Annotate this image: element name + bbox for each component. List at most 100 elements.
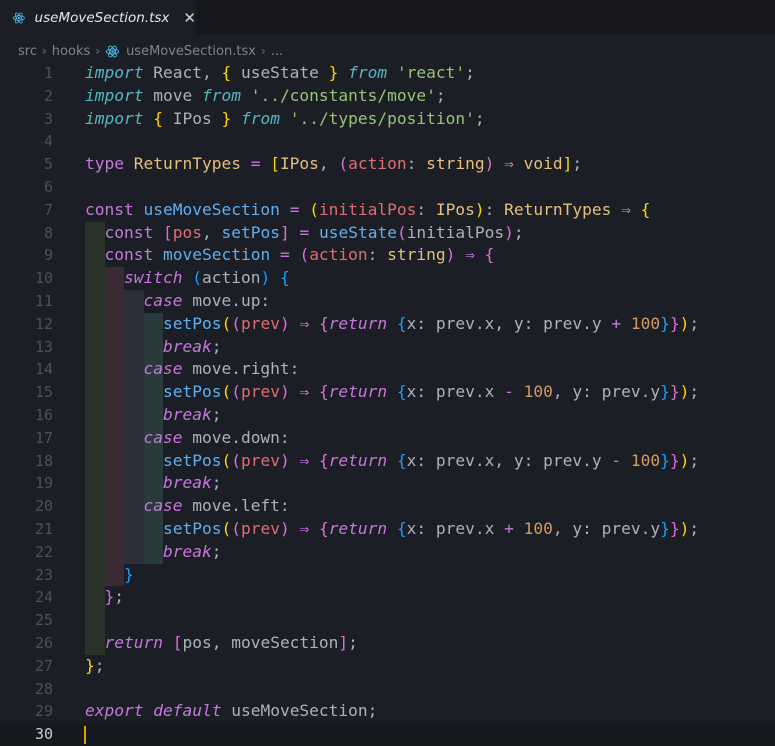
code-token: prev — [240, 450, 280, 470]
code-token: + — [611, 313, 622, 333]
code-token: import — [85, 85, 144, 105]
code-line[interactable]: 10 switch (action) { — [0, 267, 775, 290]
code-token: string — [387, 245, 446, 265]
code-token: from — [240, 108, 280, 128]
code-text: setPos((prev) ⇒ {return {x: prev.x, y: p… — [85, 450, 699, 473]
code-line[interactable]: 12 setPos((prev) ⇒ {return {x: prev.x, y… — [0, 313, 775, 336]
code-line[interactable]: 1 import React, { useState } from 'react'… — [0, 62, 775, 85]
code-token: action — [348, 154, 407, 174]
code-line[interactable]: 20 case move.left: — [0, 495, 775, 518]
code-token: pos, moveSection — [182, 633, 339, 652]
code-token: } — [669, 450, 680, 470]
code-line[interactable]: 3 import { IPos } from '../types/position… — [0, 108, 775, 131]
code-line[interactable]: 14 case move.right: — [0, 358, 775, 381]
code-token: ; — [689, 313, 700, 333]
code-token: : — [406, 154, 427, 174]
line-number: 20 — [34, 497, 53, 516]
code-line[interactable]: 11 case move.up: — [0, 290, 775, 313]
code-text: } — [85, 564, 134, 587]
code-line[interactable]: 28 — [0, 678, 775, 701]
code-text: const moveSection = (action: string) ⇒ { — [85, 244, 495, 267]
line-number: 3 — [43, 109, 53, 128]
code-line[interactable]: 13 break; — [0, 336, 775, 359]
code-line[interactable]: 6 — [0, 176, 775, 199]
code-line[interactable]: 22 break; — [0, 541, 775, 564]
code-token: ; — [474, 108, 485, 128]
code-line[interactable]: 26 return [pos, moveSection]; — [0, 632, 775, 655]
line-number: 6 — [43, 178, 53, 196]
code-token: } — [104, 587, 115, 607]
code-line[interactable]: 15 setPos((prev) ⇒ {return {x: prev.x - … — [0, 381, 775, 404]
code-token: ) — [504, 222, 514, 242]
code-token: case — [143, 427, 183, 447]
line-number: 9 — [43, 246, 53, 265]
code-line[interactable]: 18 setPos((prev) ⇒ {return {x: prev.x, y… — [0, 450, 775, 473]
code-line[interactable]: 8 const [pos, setPos] = useState(initial… — [0, 222, 775, 245]
code-token: ; — [689, 450, 700, 470]
close-icon[interactable]: ✕ — [183, 9, 196, 27]
line-number: 16 — [34, 406, 53, 424]
code-token: ( — [231, 450, 241, 470]
code-token: } — [669, 382, 680, 402]
code-token: ) — [279, 382, 290, 402]
code-text: export default useMoveSection; — [85, 700, 377, 723]
text-cursor — [84, 726, 86, 745]
code-line[interactable]: 2 import move from '../constants/move'; — [0, 85, 775, 108]
code-token: ⇒ — [299, 313, 310, 333]
code-line[interactable]: 9 const moveSection = (action: string) ⇒… — [0, 244, 775, 267]
breadcrumb-item-hooks[interactable]: hooks — [52, 44, 90, 59]
code-line[interactable]: 7 const useMoveSection = (initialPos: IPo… — [0, 199, 775, 222]
code-text: break; — [85, 541, 221, 564]
breadcrumb-item-src[interactable]: src — [18, 44, 37, 59]
code-token: 100 — [630, 313, 661, 333]
code-token: move.right: — [182, 359, 300, 379]
code-token: initialPos — [406, 222, 505, 242]
code-line[interactable]: 24 }; — [0, 586, 775, 609]
code-line[interactable]: 25 — [0, 609, 775, 632]
code-text: }; — [85, 586, 125, 609]
code-line[interactable]: 17 case move.down: — [0, 427, 775, 450]
code-line[interactable]: 30 — [0, 723, 775, 746]
code-line[interactable]: 27}; — [0, 655, 775, 678]
code-line[interactable]: 21 setPos((prev) ⇒ {return {x: prev.x + … — [0, 518, 775, 541]
line-number: 8 — [43, 223, 53, 242]
code-token: ⇒ — [465, 245, 475, 265]
code-token: const — [104, 245, 154, 265]
code-token: ; — [689, 382, 700, 402]
code-token: prev — [240, 313, 280, 333]
tab-label: useMoveSection.tsx — [34, 9, 170, 26]
code-line[interactable]: 23 } — [0, 564, 775, 587]
tab-usemovesection[interactable]: useMoveSection.tsx ✕ — [0, 0, 196, 35]
code-token: ) — [679, 519, 690, 538]
code-line[interactable]: 29 export default useMoveSection; — [0, 700, 775, 723]
code-line[interactable]: 5 type ReturnTypes = [IPos, (action: stri… — [0, 153, 775, 176]
code-line[interactable]: 19 break; — [0, 472, 775, 495]
code-line[interactable]: 16 break; — [0, 404, 775, 427]
breadcrumb-item-file[interactable]: useMoveSection.tsx — [126, 44, 256, 59]
code-token: setPos — [162, 313, 222, 333]
code-token: move.down: — [182, 427, 290, 447]
line-number: 15 — [34, 383, 53, 402]
breadcrumb-item-symbols[interactable]: ... — [271, 44, 283, 59]
code-token: ( — [231, 382, 241, 402]
code-token: ) — [445, 245, 456, 265]
code-line[interactable]: 4 — [0, 130, 775, 153]
code-token: ) — [474, 199, 485, 219]
